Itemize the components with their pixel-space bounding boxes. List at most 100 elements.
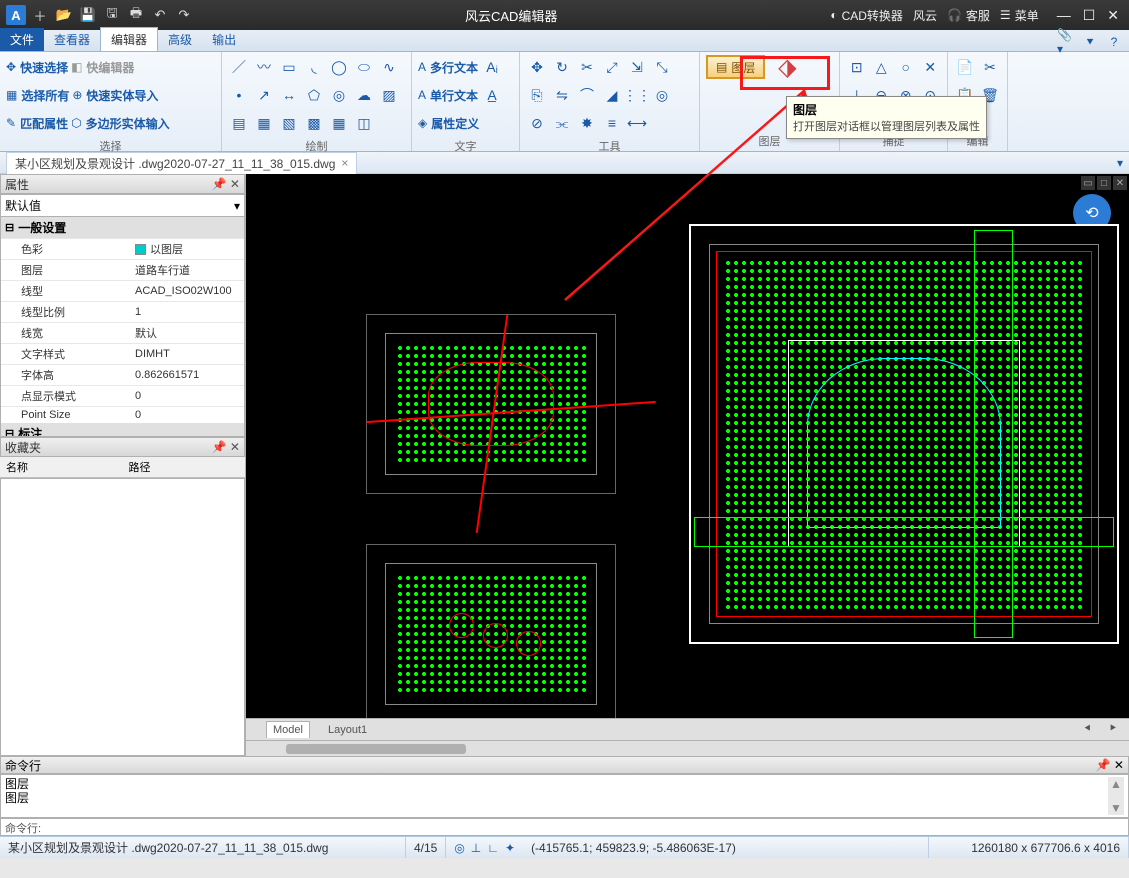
layer-button[interactable]: ▤ 图层	[706, 55, 765, 79]
gradient-icon[interactable]: ▦	[253, 112, 275, 134]
ray-icon[interactable]: ↗	[253, 84, 275, 106]
textalign-icon[interactable]: A̲	[481, 84, 503, 106]
fillet-icon[interactable]: ⌒	[576, 84, 598, 106]
close-icon[interactable]: ✕	[1107, 7, 1119, 24]
stretch-icon[interactable]: ⇲	[626, 56, 648, 78]
fav-col-name[interactable]: 名称	[0, 457, 123, 477]
tab-file[interactable]: 文件	[0, 28, 44, 51]
fav-col-path[interactable]: 路径	[123, 457, 246, 477]
explode-icon[interactable]: ✸	[576, 112, 598, 134]
command-input[interactable]: 命令行:	[0, 818, 1129, 836]
join-icon[interactable]: ⫘	[551, 112, 573, 134]
arc-icon[interactable]: ◟	[303, 56, 325, 78]
offset-icon[interactable]: ◎	[651, 84, 673, 106]
copy-icon[interactable]: ⎘	[526, 84, 548, 106]
prop-group-general[interactable]: ⊟ 一般设置	[1, 217, 244, 238]
tab-close-icon[interactable]: ×	[341, 156, 348, 170]
chamfer-icon[interactable]: ◢	[601, 84, 623, 106]
donut-icon[interactable]: ◎	[328, 84, 350, 106]
prop-row[interactable]: 文字样式DIMHT	[1, 343, 244, 364]
ribbon-expand-icon[interactable]: ⯆	[1081, 33, 1099, 51]
cad-converter-button[interactable]: ◐ CAD转换器	[830, 7, 903, 24]
open-icon[interactable]: 📂	[54, 5, 74, 25]
solid-import-button[interactable]: ⊕ 快速实体导入	[72, 87, 158, 104]
edit-copy-icon[interactable]: 📄	[954, 56, 976, 78]
tab-layout1[interactable]: Layout1	[322, 722, 373, 738]
tab-output[interactable]: 输出	[202, 28, 246, 51]
help-icon[interactable]: ?	[1105, 33, 1123, 51]
horizontal-scrollbar[interactable]	[246, 740, 1129, 756]
cmd-scrollbar[interactable]: ▲▼	[1108, 777, 1124, 815]
tab-viewer[interactable]: 查看器	[44, 28, 100, 51]
hatch-icon[interactable]: ▤	[228, 112, 250, 134]
drawing-canvas[interactable]: ▭□✕ ⟲	[246, 174, 1129, 718]
revcloud-icon[interactable]: ☁	[353, 84, 375, 106]
tab-editor[interactable]: 编辑器	[100, 27, 158, 51]
block-editor-button[interactable]: ◧ 快编辑器	[71, 59, 134, 76]
document-tab[interactable]: 某小区规划及景观设计 .dwg2020-07-27_11_11_38_015.d…	[6, 152, 357, 174]
brand-link[interactable]: 风云	[913, 7, 937, 24]
region-icon[interactable]: ▧	[278, 112, 300, 134]
ellipse-icon[interactable]: ⬭	[353, 56, 375, 78]
layer-props-icon[interactable]: ⬗	[768, 43, 806, 91]
snap-int-icon[interactable]: ✕	[920, 56, 942, 78]
polygon-import-button[interactable]: ⬡ 多边形实体输入	[71, 115, 170, 132]
properties-filter-dropdown[interactable]: 默认值▾	[0, 194, 245, 217]
ribbon-options-icon[interactable]: 📎▾	[1057, 33, 1075, 51]
tab-advanced[interactable]: 高级	[158, 28, 202, 51]
properties-grid[interactable]: ⊟ 一般设置 色彩以图层图层道路车行道线型ACAD_ISO02W100线型比例1…	[0, 217, 245, 437]
polygon-icon[interactable]: ⬠	[303, 84, 325, 106]
save-pdf-icon[interactable]: 🖫	[102, 5, 122, 25]
pin-icon[interactable]: 📌 ✕	[212, 440, 240, 454]
prop-row[interactable]: 线型ACAD_ISO02W100	[1, 280, 244, 301]
snap-end-icon[interactable]: ⊡	[846, 56, 868, 78]
spline-icon[interactable]: ∿	[378, 56, 400, 78]
circle-icon[interactable]: ◯	[328, 56, 350, 78]
menu-button[interactable]: ☰ 菜单	[1000, 7, 1039, 24]
maximize-icon[interactable]: ☐	[1083, 7, 1096, 24]
attrdef-button[interactable]: ◈ 属性定义	[418, 115, 479, 132]
match-prop-button[interactable]: ✎ 匹配属性	[6, 115, 68, 132]
tab-scroll-icon[interactable]: ⯇	[1077, 721, 1098, 738]
support-button[interactable]: 🎧 客服	[947, 7, 990, 24]
vp-icon[interactable]: ▭	[1081, 176, 1095, 190]
prop-row[interactable]: 字体高0.862661571	[1, 364, 244, 385]
snap-cen-icon[interactable]: ○	[895, 56, 917, 78]
prop-row[interactable]: Point Size0	[1, 406, 244, 423]
select-all-button[interactable]: ▦ 选择所有	[6, 87, 69, 104]
3d-icon[interactable]: ◫	[353, 112, 375, 134]
break-icon[interactable]: ⊘	[526, 112, 548, 134]
stext-button[interactable]: A 单行文本	[418, 87, 478, 104]
prop-row[interactable]: 线型比例1	[1, 301, 244, 322]
status-polar-icon[interactable]: ✦	[505, 841, 515, 855]
tab-model[interactable]: Model	[266, 721, 310, 738]
extend-icon[interactable]: ⤢	[601, 56, 623, 78]
quick-select-button[interactable]: ✥ 快速选择	[6, 59, 68, 76]
textstyle-icon[interactable]: Aᵢ	[481, 56, 503, 78]
prop-row[interactable]: 点显示模式0	[1, 385, 244, 406]
save-icon[interactable]: 💾	[78, 5, 98, 25]
edit-cut-icon[interactable]: ✂	[979, 56, 1001, 78]
pin-icon[interactable]: 📌 ✕	[1096, 758, 1124, 772]
scale-icon[interactable]: ⤡	[651, 56, 673, 78]
snap-mid-icon[interactable]: △	[871, 56, 893, 78]
redo-icon[interactable]: ↷	[174, 5, 194, 25]
prop-row[interactable]: 线宽默认	[1, 322, 244, 343]
prop-row[interactable]: 色彩以图层	[1, 238, 244, 259]
rect-icon[interactable]: ▭	[278, 56, 300, 78]
prop-group-annotation[interactable]: ⊟ 标注	[1, 423, 244, 437]
lengthen-icon[interactable]: ⟷	[626, 112, 648, 134]
tabs-dropdown-icon[interactable]: ▾	[1117, 156, 1123, 170]
rotate-icon[interactable]: ↻	[551, 56, 573, 78]
wipeout-icon[interactable]: ▨	[378, 84, 400, 106]
xline-icon[interactable]: ↔	[278, 84, 300, 106]
trim-icon[interactable]: ✂	[576, 56, 598, 78]
new-icon[interactable]: ＋	[30, 5, 50, 25]
move-icon[interactable]: ✥	[526, 56, 548, 78]
point-icon[interactable]: •	[228, 84, 250, 106]
align-icon[interactable]: ≡	[601, 112, 623, 134]
command-history[interactable]: 图层图层 ▲▼	[0, 774, 1129, 818]
status-ortho-icon[interactable]: ∟	[487, 841, 499, 855]
mirror-icon[interactable]: ⇋	[551, 84, 573, 106]
minimize-icon[interactable]: —	[1057, 7, 1071, 24]
